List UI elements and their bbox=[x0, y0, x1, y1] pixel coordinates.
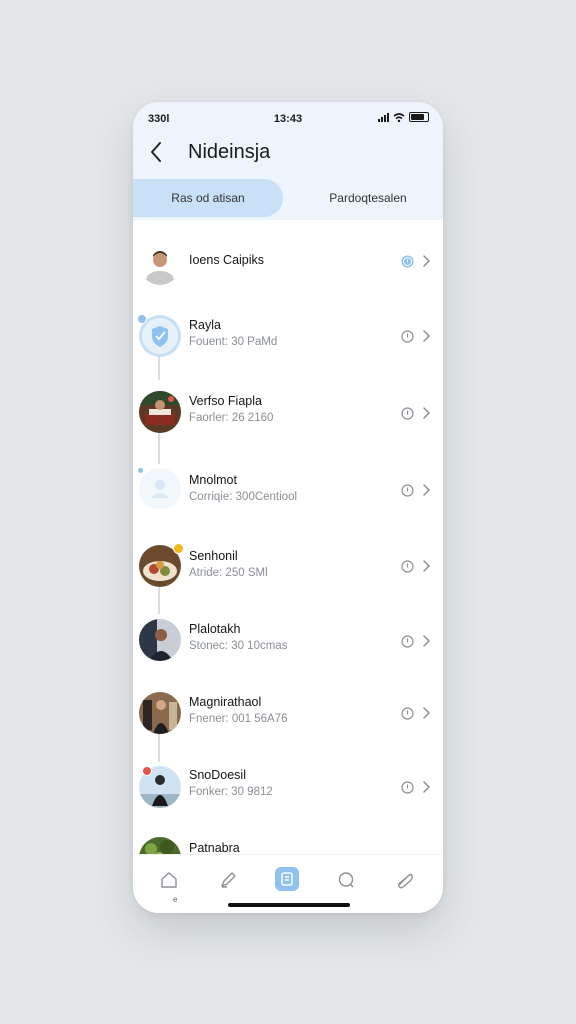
list-item[interactable]: Rayla Fouent: 30 PaMd bbox=[133, 308, 443, 368]
page-title: Nideinsja bbox=[188, 141, 271, 163]
attachment-icon[interactable] bbox=[394, 869, 416, 891]
status-dot bbox=[142, 766, 152, 776]
status-icons bbox=[378, 112, 429, 122]
signal-icon bbox=[378, 112, 389, 122]
item-subtitle: Fouent: 30 PaMd bbox=[189, 336, 278, 348]
chevron-right-icon[interactable] bbox=[421, 780, 431, 794]
item-subtitle: Corriqie: 300Centiool bbox=[189, 491, 298, 503]
info-icon[interactable] bbox=[401, 635, 414, 648]
phone-frame: 330l 13:43 Nideinsja Ras od atisan Pardo… bbox=[133, 102, 443, 913]
list-item[interactable]: Ioens Caipiks bbox=[133, 234, 443, 294]
info-icon[interactable] bbox=[401, 255, 414, 268]
chevron-right-icon[interactable] bbox=[421, 483, 431, 497]
home-indicator[interactable] bbox=[228, 903, 350, 907]
chevron-right-icon[interactable] bbox=[421, 406, 431, 420]
info-icon[interactable] bbox=[401, 330, 414, 343]
plant-photo-icon bbox=[139, 837, 181, 854]
avatar bbox=[139, 692, 181, 734]
list-item[interactable]: Patnabra bbox=[133, 832, 443, 854]
avatar bbox=[139, 468, 181, 510]
chevron-right-icon[interactable] bbox=[421, 706, 431, 720]
person-portrait-icon bbox=[139, 243, 181, 285]
edit-icon[interactable] bbox=[217, 869, 239, 891]
item-name: Senhonil bbox=[189, 549, 238, 563]
tab-bar: Ras od atisan Pardoqtesalen bbox=[133, 179, 443, 217]
home-label: e bbox=[173, 895, 178, 904]
chat-icon[interactable] bbox=[335, 869, 357, 891]
info-icon[interactable] bbox=[401, 407, 414, 420]
status-dot bbox=[137, 467, 144, 474]
header-area: 330l 13:43 Nideinsja Ras od atisan Pardo… bbox=[133, 102, 443, 220]
contact-list: Ioens Caipiks Rayla Fouent: 30 PaMd Verf… bbox=[133, 220, 443, 854]
battery-icon bbox=[409, 112, 429, 122]
avatar bbox=[139, 391, 181, 433]
info-icon[interactable] bbox=[401, 707, 414, 720]
status-bar: 330l 13:43 bbox=[133, 110, 443, 130]
item-subtitle: Faorler: 26 2160 bbox=[189, 412, 274, 424]
chevron-right-icon[interactable] bbox=[421, 634, 431, 648]
chevron-right-icon[interactable] bbox=[421, 254, 431, 268]
item-subtitle: Fonker: 30 9812 bbox=[189, 786, 273, 798]
item-name: Mnolmot bbox=[189, 473, 237, 487]
back-button[interactable] bbox=[143, 138, 169, 166]
chevron-right-icon[interactable] bbox=[421, 329, 431, 343]
chevron-left-icon bbox=[151, 142, 161, 162]
item-name: SnoDoesil bbox=[189, 768, 246, 782]
tab-second[interactable]: Pardoqtesalen bbox=[293, 179, 443, 217]
chevron-right-icon[interactable] bbox=[421, 559, 431, 573]
header: Nideinsja bbox=[133, 138, 443, 168]
item-subtitle: Atride: 250 SMl bbox=[189, 567, 268, 579]
item-name: Patnabra bbox=[189, 841, 240, 854]
list-item[interactable]: Verfso Fiapla Faorler: 26 2160 bbox=[133, 384, 443, 444]
bottom-nav: e bbox=[133, 854, 443, 913]
group-photo-icon bbox=[139, 692, 181, 734]
info-icon[interactable] bbox=[401, 484, 414, 497]
restaurant-photo-icon bbox=[139, 391, 181, 433]
avatar bbox=[139, 837, 181, 854]
home-icon[interactable] bbox=[158, 869, 180, 891]
info-icon[interactable] bbox=[401, 560, 414, 573]
status-dot bbox=[137, 314, 147, 324]
tab-first[interactable]: Ras od atisan bbox=[133, 179, 283, 217]
list-item[interactable]: SnoDoesil Fonker: 30 9812 bbox=[133, 758, 443, 818]
item-name: Magnirathaol bbox=[189, 695, 262, 709]
item-name: Ioens Caipiks bbox=[189, 253, 265, 267]
contacts-icon[interactable] bbox=[276, 868, 298, 890]
item-name: Verfso Fiapla bbox=[189, 394, 262, 408]
avatar bbox=[139, 243, 181, 285]
avatar bbox=[139, 619, 181, 661]
person-photo-icon bbox=[139, 619, 181, 661]
list-item[interactable]: Plalotakh Stonec: 30 10cmas bbox=[133, 612, 443, 672]
status-dot bbox=[173, 543, 184, 554]
item-subtitle: Stonec: 30 10cmas bbox=[189, 640, 288, 652]
item-subtitle: Fnener: 001 56A76 bbox=[189, 713, 288, 725]
item-name: Plalotakh bbox=[189, 622, 241, 636]
list-item[interactable]: Senhonil Atride: 250 SMl bbox=[133, 536, 443, 596]
info-icon[interactable] bbox=[401, 781, 414, 794]
wifi-icon bbox=[393, 112, 405, 122]
item-name: Rayla bbox=[189, 318, 221, 332]
list-item[interactable]: Mnolmot Corriqie: 300Centiool bbox=[133, 461, 443, 521]
user-placeholder-icon bbox=[139, 468, 181, 510]
list-item[interactable]: Magnirathaol Fnener: 001 56A76 bbox=[133, 685, 443, 745]
